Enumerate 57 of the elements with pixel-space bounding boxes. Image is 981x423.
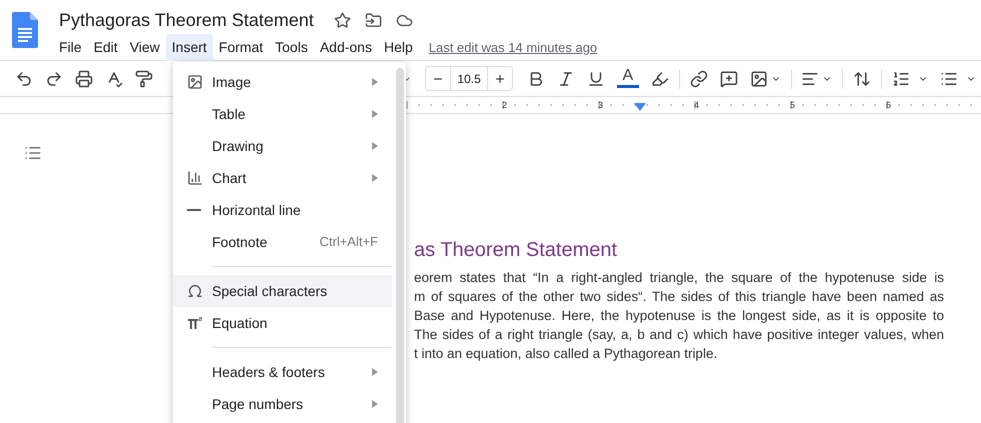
docs-logo-icon[interactable] xyxy=(12,12,38,48)
document-heading: as Theorem Statement xyxy=(414,238,618,262)
numbered-list-icon xyxy=(892,70,910,88)
printer-icon xyxy=(75,70,93,88)
menu-item[interactable]: Format xyxy=(212,34,270,61)
folder-icon[interactable] xyxy=(364,12,382,28)
menu-option[interactable]: Image xyxy=(173,66,392,98)
menu-item[interactable]: View xyxy=(124,34,166,61)
menu-option[interactable]: Headers & footers xyxy=(173,356,392,388)
last-edit-link[interactable]: Last edit was 14 minutes ago xyxy=(428,38,598,58)
menu-option[interactable]: Page numbers xyxy=(173,388,392,420)
menu-item[interactable]: Help xyxy=(378,34,419,61)
ruler-number: 3 xyxy=(596,100,604,110)
menu-item[interactable]: Edit xyxy=(88,34,124,61)
link-icon xyxy=(690,70,708,88)
menu-item[interactable]: File xyxy=(53,34,88,61)
menu-item[interactable]: Tools xyxy=(269,34,314,61)
menu-item[interactable]: Insert xyxy=(166,34,213,61)
ruler-number: 5 xyxy=(788,100,796,110)
body-text-line: m of squares of the other two sides“. The sides of this triangle have been named as xyxy=(414,288,944,306)
ruler-number: 2 xyxy=(500,100,508,110)
body-text-line: eorem states that “In a right-angled triangle, the square of the hypotenuse side is xyxy=(414,269,944,287)
ruler-number: 6 xyxy=(884,100,892,110)
pi-icon xyxy=(187,316,203,330)
line-spacing-icon xyxy=(853,70,872,88)
menu-option[interactable]: Horizontal line xyxy=(173,194,392,226)
omega-icon xyxy=(187,283,203,299)
text-color-button[interactable]: A xyxy=(612,64,644,92)
menu-option[interactable]: Special characters xyxy=(173,275,392,307)
body-text-line: t into an equation, also called a Pythagorean triple. xyxy=(414,345,718,363)
comment-icon xyxy=(720,70,738,88)
redo-icon xyxy=(45,70,63,88)
star-icon[interactable] xyxy=(334,12,351,28)
menu-option[interactable]: Chart xyxy=(173,162,392,194)
line-icon xyxy=(187,209,201,211)
marker-icon xyxy=(650,70,669,88)
document-title[interactable]: Pythagoras Theorem Statement xyxy=(59,10,314,30)
shortcut-text: Ctrl+Alt+F xyxy=(319,233,378,252)
plus-icon xyxy=(494,72,506,84)
paint-roller-icon xyxy=(135,70,153,88)
outline-icon[interactable] xyxy=(24,144,42,162)
chart-icon xyxy=(187,170,203,186)
body-text-line: Base and Hypotenuse. Here, the hypotenuse is the longest side, as it is opposite to xyxy=(414,307,944,325)
menu-option[interactable]: Table xyxy=(173,98,392,130)
undo-icon xyxy=(15,70,33,88)
image-icon xyxy=(187,74,203,90)
ruler-number: 4 xyxy=(692,100,700,110)
image-icon xyxy=(750,70,768,88)
menu-option[interactable]: Drawing xyxy=(173,130,392,162)
font-size-field[interactable]: 10.5 xyxy=(450,67,488,90)
menu-item[interactable]: Add-ons xyxy=(314,34,378,61)
body-text-line: The sides of a right triangle (say, a, b and c) which have positive integer values, when xyxy=(414,326,944,344)
menu-option[interactable]: Equation xyxy=(173,307,392,339)
indent-marker-icon[interactable] xyxy=(634,103,646,111)
menu-scrollbar[interactable] xyxy=(396,68,404,423)
underline-icon xyxy=(586,70,605,88)
menu-option[interactable]: Footnote Ctrl+Alt+F xyxy=(173,226,392,258)
